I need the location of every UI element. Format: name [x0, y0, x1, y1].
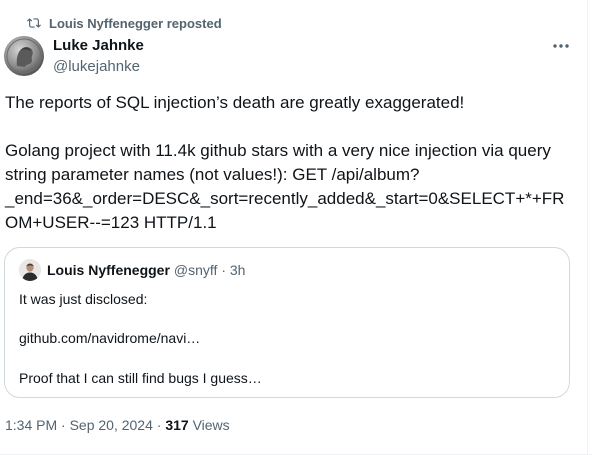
quote-author-name[interactable]: Louis Nyffenegger: [47, 262, 170, 278]
repost-indicator[interactable]: Louis Nyffenegger reposted: [27, 14, 222, 32]
tweet-line: The reports of SQL injection’s death are…: [5, 93, 465, 112]
tweet-line: _end=36&_order=DESC&_sort=recently_added…: [5, 189, 565, 208]
more-horizontal-icon: [552, 43, 570, 49]
author-name[interactable]: Luke Jahnke: [53, 36, 144, 55]
tweet-line: OM+USER--=123 HTTP/1.1: [5, 213, 217, 232]
quote-tweet-card[interactable]: Louis Nyffenegger @snyff · 3h It was just…: [4, 247, 570, 398]
quote-header: Louis Nyffenegger @snyff · 3h: [47, 261, 245, 279]
author-handle[interactable]: @lukejahnke: [53, 57, 140, 76]
quote-text-line: Proof that I can still find bugs I guess…: [19, 370, 262, 386]
repost-text: Louis Nyffenegger reposted: [49, 15, 222, 31]
quote-link[interactable]: github.com/navidrome/navi…: [19, 329, 200, 347]
tweet-line: Golang project with 11.4k github stars w…: [5, 141, 551, 160]
quote-author-avatar: [19, 259, 41, 281]
more-options-button[interactable]: [546, 36, 576, 56]
views-label: Views: [188, 417, 230, 433]
tweet-line: string parameter names (not values!): GE…: [5, 165, 420, 184]
quote-author-meta: @snyff · 3h: [173, 262, 246, 278]
views-count: 317: [165, 417, 189, 433]
timeline-divider: [587, 0, 588, 455]
tweet-footer: 1:34 PM · Sep 20, 2024 · 317 Views: [5, 416, 230, 434]
timestamp[interactable]: 1:34 PM · Sep 20, 2024 ·: [5, 417, 165, 433]
author-avatar[interactable]: [4, 36, 44, 76]
retweet-icon: [27, 16, 41, 30]
quote-text-line: It was just disclosed:: [19, 291, 148, 307]
tweet-text: The reports of SQL injection’s death are…: [5, 91, 577, 235]
